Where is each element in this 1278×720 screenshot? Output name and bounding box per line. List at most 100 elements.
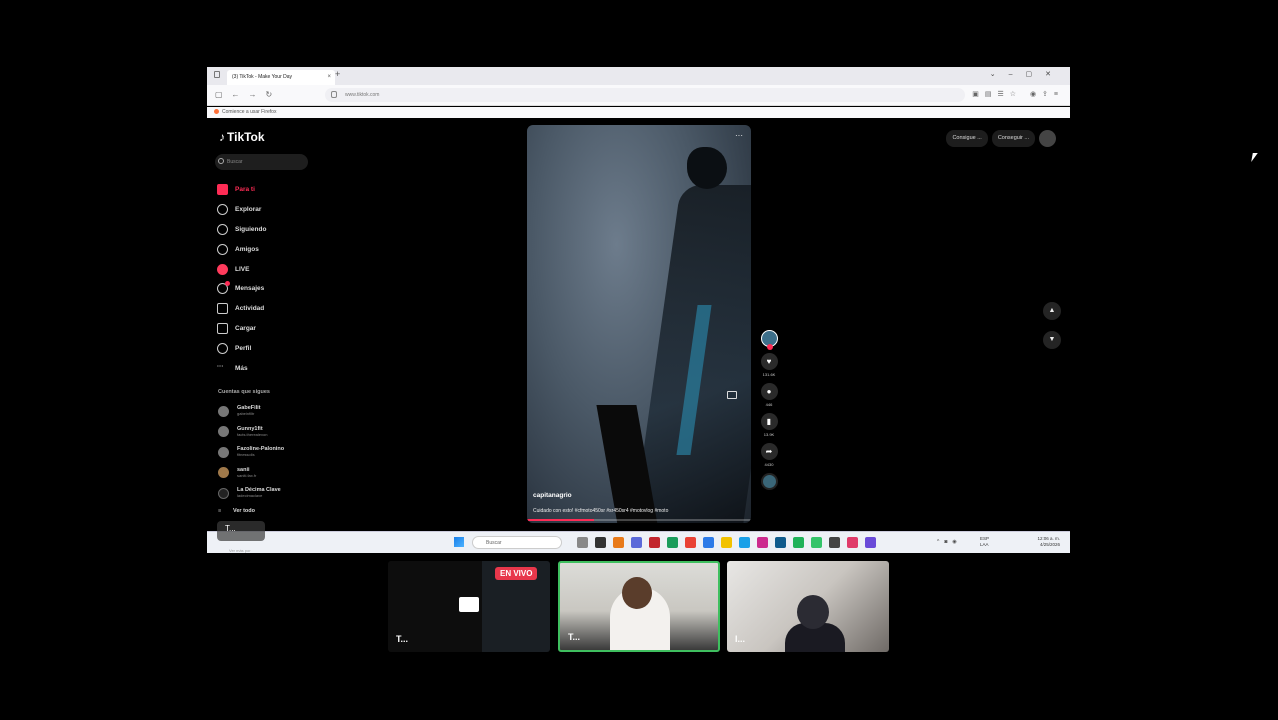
taskbar-app-icon[interactable]: [649, 537, 660, 548]
tab-tiktok[interactable]: (3) TikTok - Make Your Day ×: [227, 70, 335, 85]
tiktok-note-icon: ♪: [219, 130, 225, 144]
firefox-icon: [214, 109, 219, 115]
bookmark-icon: ▮: [760, 413, 778, 430]
sidebar-item-perfil[interactable]: Perfil: [217, 338, 266, 358]
window-controls[interactable]: ⌄–▢✕: [990, 70, 1064, 78]
account-item[interactable]: GabeFilit gabeinfiltr: [218, 401, 284, 422]
sidebar-item-siguiendo[interactable]: Siguiendo: [217, 220, 266, 240]
close-tab-icon[interactable]: ×: [327, 70, 331, 85]
taskbar-search-placeholder: Buscar: [486, 540, 502, 546]
url-bar[interactable]: www.tiktok.com: [325, 88, 965, 102]
compass-icon: [217, 204, 228, 216]
sidebar-item-label: Para ti: [235, 186, 255, 194]
upload-icon: [217, 322, 228, 334]
taskbar-app-icon[interactable]: [721, 537, 732, 548]
clock[interactable]: 12:06 a. m. 4/25/2026: [1037, 536, 1060, 548]
next-video-button[interactable]: ▼: [1043, 331, 1061, 349]
video-progress-bar[interactable]: [527, 519, 751, 521]
sidebar-item-mensajes[interactable]: Mensajes: [217, 279, 266, 299]
taskbar-app-icon[interactable]: [631, 537, 642, 548]
account-handle: fitnessolis: [237, 452, 255, 458]
bookmark-button[interactable]: ▮ 13.9K: [758, 413, 780, 437]
video-player[interactable]: ··· capitanagrio Cuidado con esto! #cfmo…: [527, 125, 751, 523]
sidebar-item-cargar[interactable]: Cargar: [217, 319, 266, 339]
taskbar-app-icon[interactable]: [829, 537, 840, 548]
sidebar-item-label: Perfil: [235, 344, 252, 352]
account-item[interactable]: Fazoline-Palonino fitnessolis: [218, 442, 284, 463]
sidebar-item-amigos[interactable]: Amigos: [217, 239, 266, 259]
get-app-button[interactable]: Conseguir ...: [991, 130, 1035, 147]
video-actions: ♥ 131.6K ● 446 ▮ 13.9K ➦ 4430: [758, 330, 780, 496]
participant-tile-active[interactable]: T...: [558, 561, 720, 652]
sidebar-item-para-ti[interactable]: Para ti: [217, 180, 266, 200]
creator-avatar-button[interactable]: [758, 330, 780, 350]
activity-icon: [217, 303, 228, 315]
new-tab-icon[interactable]: +: [335, 69, 340, 79]
messages-icon: [217, 281, 230, 295]
taskbar-app-icon[interactable]: [613, 537, 624, 548]
bookmarks-bar: Comience a usar Firefox: [207, 107, 1070, 118]
previous-video-button[interactable]: ▲: [1043, 302, 1061, 320]
taskbar-app-icon[interactable]: [685, 537, 696, 548]
like-button[interactable]: ♥ 131.6K: [758, 353, 780, 377]
language-indicator[interactable]: ESP LAA: [980, 536, 989, 548]
taskbar-app-icon[interactable]: [865, 537, 876, 548]
account-item[interactable]: sanii saniti.fax.fr: [218, 463, 284, 484]
toolbar-icons[interactable]: ▣▤☰☆ ◉⇪≡: [972, 90, 1064, 98]
participant-tile-screen[interactable]: EN VIVO T...: [388, 561, 550, 652]
participant-label: I...: [735, 634, 746, 644]
bookmark-item[interactable]: Comience a usar Firefox: [222, 109, 276, 115]
windows-taskbar: Buscar ^◙◉ ESP LAA 12:06 a. m. 4/25/2026: [207, 531, 1070, 553]
search-icon: [218, 158, 224, 164]
nav-buttons[interactable]: ▢←→↻: [215, 90, 281, 99]
system-tray-icons[interactable]: ^◙◉: [937, 539, 962, 545]
tab-list-icon[interactable]: [214, 71, 220, 78]
get-coins-button[interactable]: Consigue ...: [946, 130, 988, 147]
taskbar-app-icon[interactable]: [703, 537, 714, 548]
taskbar-app-icon[interactable]: [793, 537, 804, 548]
share-count: 4430: [764, 462, 774, 467]
follow-plus-icon[interactable]: [766, 344, 773, 350]
chevron-down-icon: ▼: [1048, 336, 1056, 343]
taskbar-app-icon[interactable]: [775, 537, 786, 548]
sidebar-item-actividad[interactable]: Actividad: [217, 299, 266, 319]
tiktok-logo[interactable]: ♪ TikTok: [219, 130, 265, 144]
tab-title: (3) TikTok - Make Your Day: [232, 74, 293, 80]
music-disc-icon: [760, 473, 778, 490]
taskbar-app-icon[interactable]: [577, 537, 588, 548]
account-item[interactable]: La Décima Clave ladecimaclave: [218, 483, 284, 504]
lock-icon: [331, 91, 337, 98]
sidebar-item-mas[interactable]: ··· Más: [217, 358, 266, 378]
more-options-icon[interactable]: ···: [735, 131, 743, 140]
taskbar-app-icon[interactable]: [811, 537, 822, 548]
windows-start-icon[interactable]: [454, 537, 464, 547]
see-all-link[interactable]: ≡ Ver todo: [218, 508, 255, 514]
taskbar-app-icon[interactable]: [757, 537, 768, 548]
sidebar-item-label: LIVE: [235, 265, 250, 273]
picture-in-picture-icon[interactable]: [727, 391, 737, 399]
taskbar-app-icon[interactable]: [847, 537, 858, 548]
avatar[interactable]: [1039, 130, 1056, 147]
more-icon: ···: [217, 362, 224, 370]
sidebar-item-explorar[interactable]: Explorar: [217, 200, 266, 220]
screen-share-tile[interactable]: T... Ver más por: [217, 521, 265, 553]
participant-tile[interactable]: I...: [727, 561, 889, 652]
live-badge: EN VIVO: [495, 567, 538, 580]
music-disc-button[interactable]: [758, 473, 780, 490]
video-caption: Cuidado con esto! #cfmoto450sr #sr450sr4…: [533, 508, 669, 514]
sidebar-item-live[interactable]: LIVE: [217, 259, 266, 279]
sidebar-item-label: Más: [235, 364, 248, 372]
account-item[interactable]: Gunny1fit facts.therealexon: [218, 422, 284, 443]
video-author[interactable]: capitanagrio: [533, 492, 572, 499]
account-handle: saniti.fax.fr: [237, 472, 257, 478]
search-input[interactable]: Buscar: [215, 154, 308, 170]
share-sub-label: Ver más por: [229, 548, 251, 553]
taskbar-app-icon[interactable]: [595, 537, 606, 548]
taskbar-search[interactable]: Buscar: [472, 536, 562, 549]
comment-button[interactable]: ● 446: [758, 383, 780, 407]
notification-badge: [225, 281, 230, 287]
share-button[interactable]: ➦ 4430: [758, 443, 780, 467]
account-handle: facts.therealexon: [237, 431, 268, 437]
taskbar-app-icon[interactable]: [739, 537, 750, 548]
taskbar-app-icon[interactable]: [667, 537, 678, 548]
